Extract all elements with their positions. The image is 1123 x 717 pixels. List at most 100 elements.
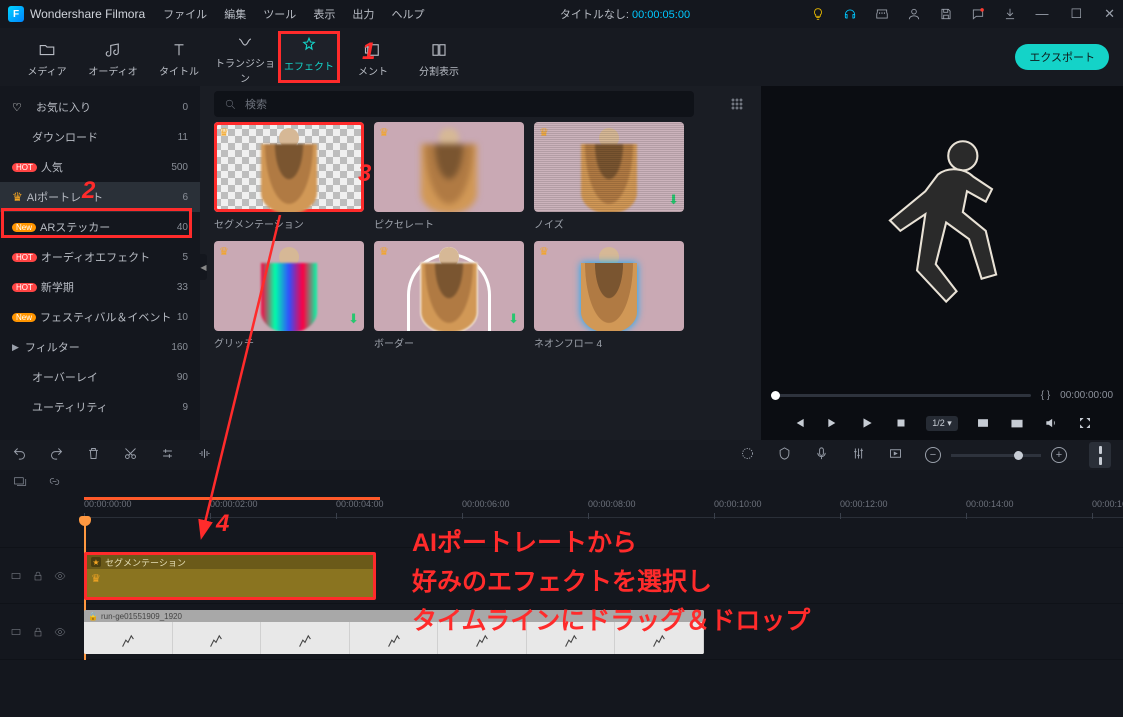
snapshot-icon[interactable] [1008,414,1026,432]
stop-icon[interactable] [892,414,910,432]
color-tag-icon[interactable] [740,446,755,464]
effect-card-label: ノイズ [534,216,684,231]
export-button[interactable]: エクスポート [1015,44,1109,70]
grid-view-icon[interactable] [729,96,745,112]
delete-icon[interactable] [86,446,101,464]
fullscreen-icon[interactable] [1076,414,1094,432]
redo-icon[interactable] [49,446,64,464]
effect-card-pix[interactable]: ♛ピクセレート [374,122,524,231]
lock-icon[interactable] [32,626,44,638]
safe-zone-icon[interactable] [974,414,992,432]
menu-tools[interactable]: ツール [263,9,296,21]
effect-card-label: ネオンフロー 4 [534,335,684,350]
app-name: Wondershare Filmora [30,7,145,21]
render-icon[interactable] [888,446,903,464]
ruler-tick: 00:00:02:00 [210,499,258,509]
track-row-effect[interactable]: ★セグメンテーション ♛ [0,548,1123,604]
effect-card-neon[interactable]: ♛ネオンフロー 4 [534,241,684,350]
ruler-tick: 00:00:10:00 [714,499,762,509]
effect-category-sidebar: ♡お気に入り0 ダウンロード11 HOT人気500 ♛AIポートレート6 New… [0,86,200,440]
sidebar-item-overlay[interactable]: オーバーレイ90 [0,362,200,392]
volume-icon[interactable] [1042,414,1060,432]
effect-clip[interactable]: ★セグメンテーション ♛ [84,552,376,600]
play-icon[interactable] [858,414,876,432]
ruler-tick: 00:00:04:00 [336,499,384,509]
headset-icon[interactable] [843,7,857,21]
sidebar-item-download[interactable]: ダウンロード11 [0,122,200,152]
eye-icon[interactable] [54,570,66,582]
audio-wave-icon[interactable] [197,446,212,464]
lock-icon[interactable] [32,570,44,582]
tab-title[interactable]: タイトル [146,37,212,78]
message-icon[interactable] [971,7,985,21]
visibility-icon[interactable] [10,626,22,638]
ruler-tick: 00:00:16:00 [1092,499,1123,509]
undo-icon[interactable] [12,446,27,464]
timeline-stack-icon[interactable] [12,474,27,492]
menu-file[interactable]: ファイル [163,9,207,21]
tips-icon[interactable] [811,7,825,21]
account-icon[interactable] [907,7,921,21]
zoom-in-icon[interactable]: + [1051,447,1067,463]
tab-effect[interactable]: エフェクト [278,31,340,83]
marker-icon[interactable] [777,446,792,464]
preview-brackets: { } [1041,390,1050,401]
sidebar-item-backtoschool[interactable]: HOT新学期33 [0,272,200,302]
voiceover-icon[interactable] [814,446,829,464]
document-title: タイトルなし: 00:00:05:00 [438,6,811,22]
tab-audio[interactable]: オーディオ [80,37,146,78]
window-close-icon[interactable]: ✕ [1104,6,1115,22]
step-back-icon[interactable] [790,414,808,432]
save-icon[interactable] [939,7,953,21]
step-fwd-icon[interactable] [824,414,842,432]
download-icon[interactable] [1003,7,1017,21]
effect-card-noise[interactable]: ♛⬇ノイズ [534,122,684,231]
preview-scale[interactable]: 1/2 ▾ [926,416,958,431]
sidebar-item-ar-sticker[interactable]: NewARステッカー40 [0,212,200,242]
sidebar-item-ai-portrait[interactable]: ♛AIポートレート6 [0,182,200,212]
tab-transition[interactable]: トランジション [212,29,278,85]
track-row-video[interactable]: 🔒run-ge01551909_1920 [0,604,1123,660]
effect-card-border[interactable]: ♛⬇ボーダー [374,241,524,350]
timeline: 00:00:00:0000:00:02:0000:00:04:0000:00:0… [0,470,1123,717]
video-clip[interactable]: 🔒run-ge01551909_1920 [84,610,704,654]
sidebar-item-utility[interactable]: ユーティリティ9 [0,392,200,422]
cut-icon[interactable] [123,446,138,464]
tab-element[interactable]: メント [340,37,406,78]
window-minimize-icon[interactable]: — [1035,6,1048,22]
timeline-ruler[interactable]: 00:00:00:0000:00:02:0000:00:04:0000:00:0… [84,496,1123,518]
eye-icon[interactable] [54,626,66,638]
tab-media[interactable]: メディア [14,37,80,78]
visibility-icon[interactable] [10,570,22,582]
mixer-icon[interactable] [851,446,866,464]
ruler-tick: 00:00:06:00 [462,499,510,509]
sidebar-item-festival[interactable]: Newフェスティバル＆イベント10 [0,302,200,332]
sidebar-item-audio-effect[interactable]: HOTオーディオエフェクト5 [0,242,200,272]
effect-card-label: ピクセレート [374,216,524,231]
menu-edit[interactable]: 編集 [224,9,246,21]
window-maximize-icon[interactable]: ☐ [1070,6,1082,22]
menu-view[interactable]: 表示 [313,9,335,21]
menu-output[interactable]: 出力 [352,9,374,21]
tab-split-view[interactable]: 分割表示 [406,37,472,78]
effect-card-glitch[interactable]: ♛⬇グリッチ [214,241,364,350]
effect-clip-label: セグメンテーション [105,556,186,569]
sidebar-item-popular[interactable]: HOT人気500 [0,152,200,182]
effect-card-label: グリッチ [214,335,364,350]
sidebar-item-filter[interactable]: ▶フィルター160 [0,332,200,362]
sidebar-item-favorites[interactable]: ♡お気に入り0 [0,92,200,122]
zoom-slider[interactable] [951,454,1041,457]
ruler-tick: 00:00:12:00 [840,499,888,509]
timeline-link-icon[interactable] [47,474,62,492]
timeline-layout-toggle[interactable] [1089,442,1111,468]
search-icon [224,98,237,111]
sidebar-collapse-icon[interactable]: ◀ [200,254,207,280]
effect-card-seg[interactable]: ♛セグメンテーション [214,122,364,231]
zoom-out-icon[interactable]: − [925,447,941,463]
adjust-icon[interactable] [160,446,175,464]
timeline-zoom[interactable]: − + [925,447,1067,463]
preview-seek-slider[interactable] [771,394,1031,397]
menu-help[interactable]: ヘルプ [391,9,424,21]
search-input[interactable]: 検索 [214,91,694,117]
store-icon[interactable] [875,7,889,21]
